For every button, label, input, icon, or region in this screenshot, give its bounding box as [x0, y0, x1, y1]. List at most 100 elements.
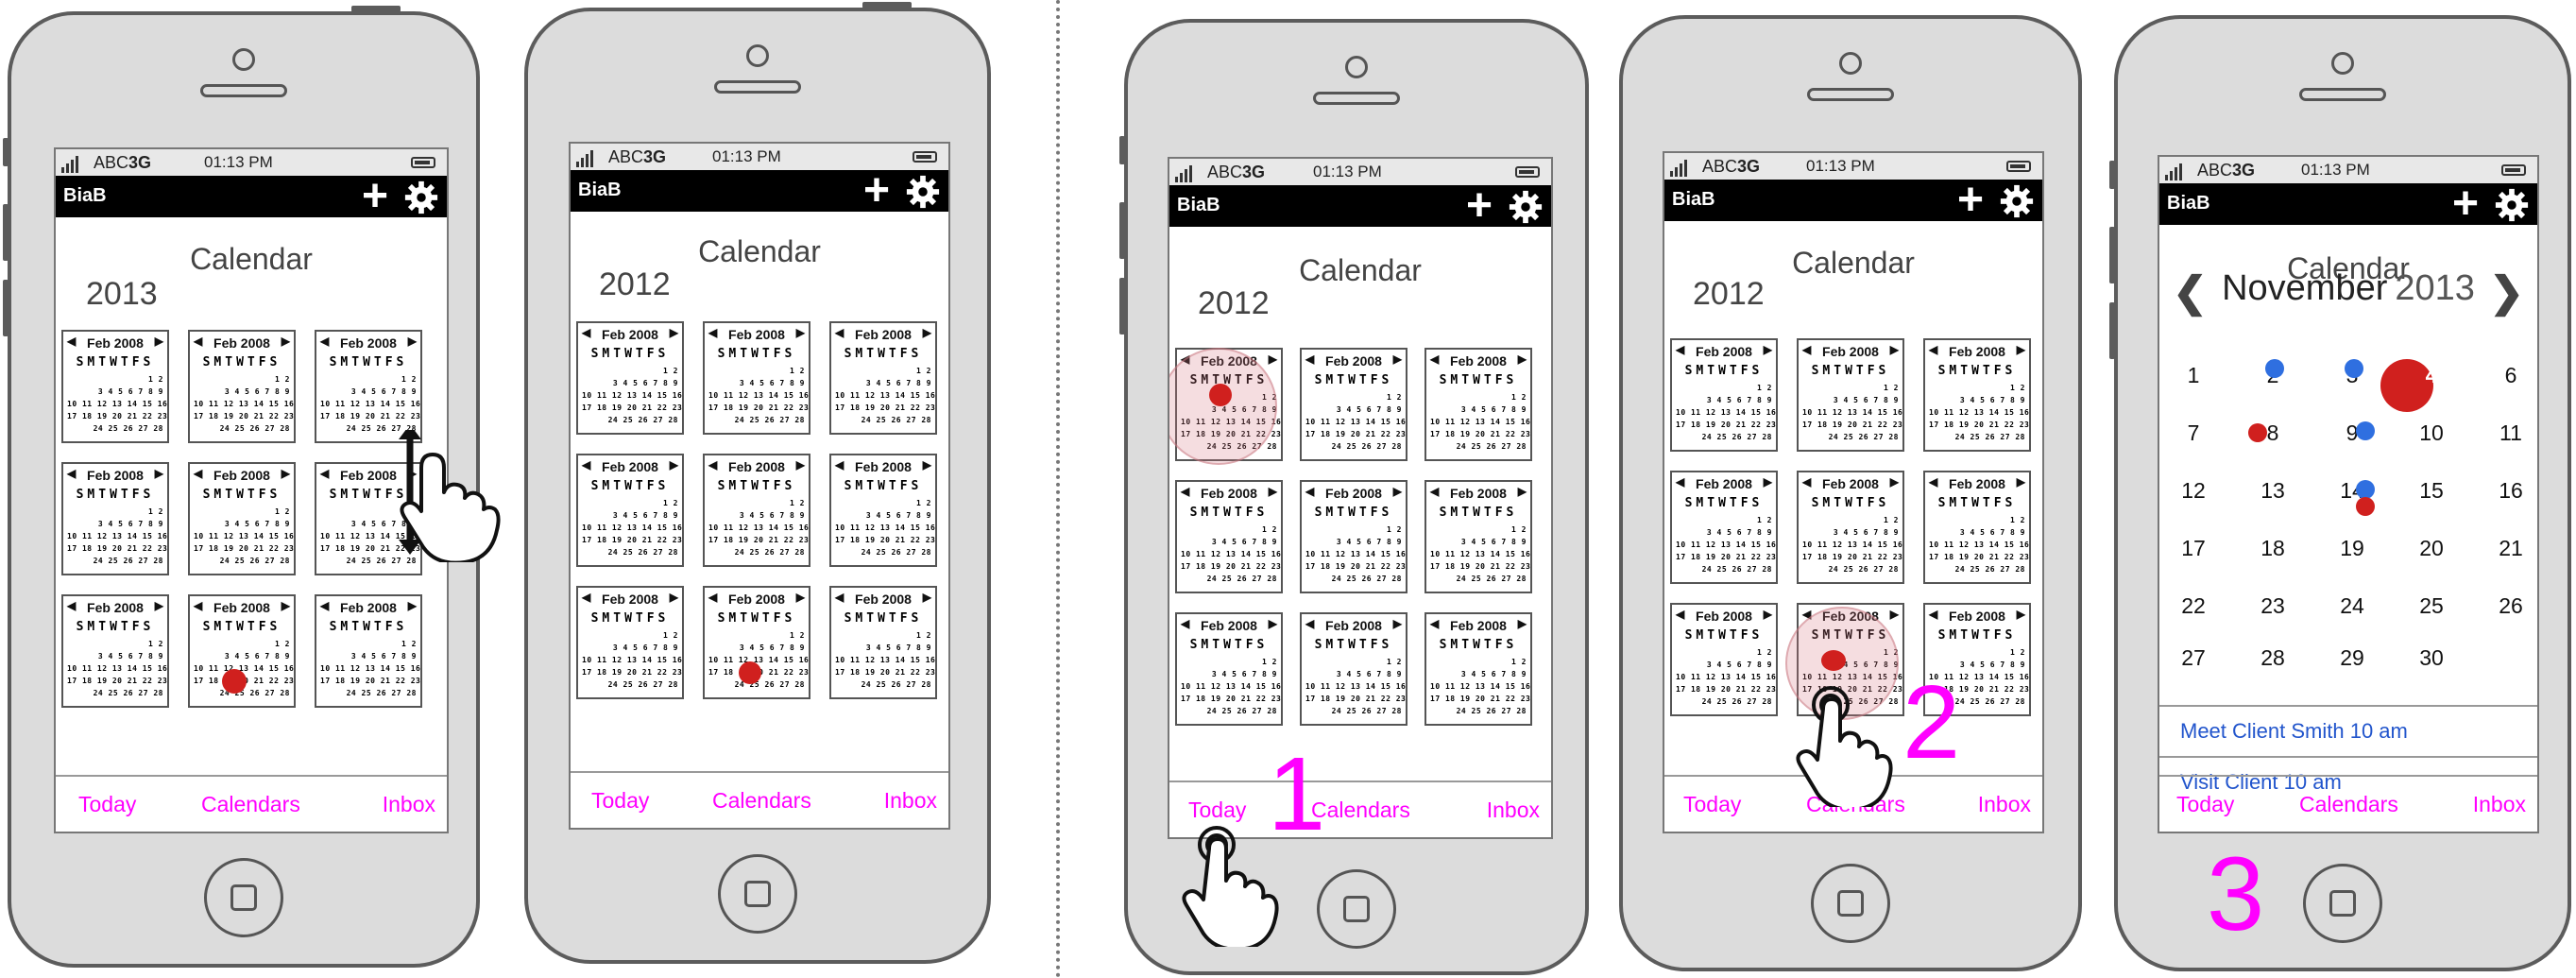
next-month-icon[interactable]: ▶ [2017, 608, 2025, 621]
gear-icon[interactable] [1508, 189, 1544, 225]
prev-month-icon[interactable]: ◀ [1929, 608, 1937, 621]
mini-month[interactable]: ◀Feb 2008▶SMTWTFS1 23 4 5 6 7 8 910 11 1… [1923, 471, 2031, 584]
mini-month[interactable]: ◀Feb 2008▶SMTWTFS1 23 4 5 6 7 8 910 11 1… [188, 462, 296, 575]
prev-month-icon[interactable]: ◀ [835, 458, 844, 472]
day-cell[interactable]: 13 [2244, 478, 2301, 504]
day-cell[interactable]: 22 [2165, 593, 2222, 619]
prev-month-icon[interactable]: ◀ [1181, 617, 1189, 630]
tab-today[interactable]: Today [78, 792, 136, 817]
mini-month[interactable]: ◀Feb 2008▶SMTWTFS1 23 4 5 6 7 8 910 11 1… [576, 321, 684, 435]
prev-month-icon[interactable]: ◀ [1430, 485, 1439, 498]
day-cell[interactable]: 26 [2482, 593, 2537, 619]
mini-month[interactable]: ◀Feb 2008▶SMTWTFS1 23 4 5 6 7 8 910 11 1… [61, 594, 169, 708]
day-cell[interactable]: 23 [2244, 593, 2301, 619]
tab-today[interactable]: Today [591, 788, 649, 814]
prev-month-icon[interactable]: ◀ [708, 458, 717, 472]
day-cell[interactable]: 24 [2324, 593, 2380, 619]
home-button[interactable] [1811, 864, 1890, 943]
mini-month[interactable]: ◀Feb 2008▶SMTWTFS1 23 4 5 6 7 8 910 11 1… [1424, 480, 1532, 593]
prev-month-icon[interactable]: ◀ [1430, 617, 1439, 630]
next-month-icon[interactable]: ▶ [1518, 352, 1527, 366]
mini-month[interactable]: ◀Feb 2008▶SMTWTFS1 23 4 5 6 7 8 910 11 1… [1300, 348, 1407, 461]
day-cell[interactable]: 15 [2403, 478, 2460, 504]
tab-inbox[interactable]: Inbox [1978, 792, 2031, 817]
mini-month[interactable]: ◀Feb 2008▶SMTWTFS1 23 4 5 6 7 8 910 11 1… [1797, 471, 1904, 584]
mini-month[interactable]: ◀Feb 2008▶SMTWTFS1 23 4 5 6 7 8 910 11 1… [703, 586, 810, 699]
prev-month-icon[interactable]: ◀ [582, 326, 590, 339]
prev-month-icon[interactable]: ◀ [194, 467, 202, 480]
prev-month-icon[interactable]: ◀ [1676, 475, 1684, 489]
mini-month[interactable]: ◀Feb 2008▶SMTWTFS1 23 4 5 6 7 8 910 11 1… [1670, 603, 1778, 716]
next-month-icon[interactable]: ▶ [155, 335, 163, 348]
mini-month[interactable]: ◀Feb 2008▶SMTWTFS1 23 4 5 6 7 8 910 11 1… [829, 321, 937, 435]
tab-inbox[interactable]: Inbox [383, 792, 435, 817]
plus-icon[interactable]: + [362, 174, 388, 219]
day-cell[interactable]: 10 [2403, 420, 2460, 446]
next-month-icon[interactable]: ▶ [1890, 608, 1899, 621]
next-month-icon[interactable]: ▶ [796, 591, 805, 604]
next-month-icon[interactable]: ▶ [155, 467, 163, 480]
mini-month[interactable]: ◀Feb 2008▶SMTWTFS1 23 4 5 6 7 8 910 11 1… [703, 321, 810, 435]
prev-month-icon[interactable]: ◀ [708, 326, 717, 339]
prev-month-icon[interactable]: ◀ [1802, 343, 1811, 356]
mini-month[interactable]: ◀Feb 2008▶SMTWTFS1 23 4 5 6 7 8 910 11 1… [1300, 480, 1407, 593]
mini-month[interactable]: ◀Feb 2008▶SMTWTFS1 23 4 5 6 7 8 910 11 1… [61, 462, 169, 575]
next-month-icon[interactable]: ▶ [281, 467, 290, 480]
day-cell[interactable]: 29 [2324, 645, 2380, 671]
next-month-icon[interactable]: ▶ [796, 326, 805, 339]
next-month-icon[interactable]: ▶ [1518, 617, 1527, 630]
tab-today[interactable]: Today [2176, 792, 2234, 817]
next-month-icon[interactable]: ▶ [1393, 485, 1402, 498]
next-month-icon[interactable]: ▶ [1269, 352, 1277, 366]
next-month-icon[interactable]: ▶ [1393, 617, 1402, 630]
mini-month[interactable]: ◀Feb 2008▶SMTWTFS1 23 4 5 6 7 8 910 11 1… [315, 330, 422, 443]
plus-icon[interactable]: + [1466, 183, 1493, 229]
day-cell[interactable]: 7 [2165, 420, 2222, 446]
mini-month[interactable]: ◀Feb 2008▶SMTWTFS1 23 4 5 6 7 8 910 11 1… [1424, 612, 1532, 726]
day-cell[interactable]: 11 [2482, 420, 2537, 446]
mini-month[interactable]: ◀Feb 2008▶SMTWTFS1 23 4 5 6 7 8 910 11 1… [1424, 348, 1532, 461]
chevron-right-icon[interactable]: ❯ [2489, 268, 2524, 317]
gear-icon[interactable] [403, 180, 439, 215]
prev-month-icon[interactable]: ◀ [835, 591, 844, 604]
mini-month[interactable]: ◀Feb 2008▶SMTWTFS1 23 4 5 6 7 8 910 11 1… [829, 454, 937, 567]
prev-month-icon[interactable]: ◀ [1430, 352, 1439, 366]
prev-month-icon[interactable]: ◀ [582, 591, 590, 604]
mini-month[interactable]: ◀Feb 2008▶SMTWTFS1 23 4 5 6 7 8 910 11 1… [576, 586, 684, 699]
prev-month-icon[interactable]: ◀ [1305, 617, 1314, 630]
mini-month[interactable]: ◀Feb 2008▶SMTWTFS1 23 4 5 6 7 8 910 11 1… [1670, 471, 1778, 584]
next-month-icon[interactable]: ▶ [1764, 343, 1772, 356]
home-button[interactable] [718, 854, 797, 934]
next-month-icon[interactable]: ▶ [2017, 343, 2025, 356]
tab-inbox[interactable]: Inbox [884, 788, 937, 814]
day-cell[interactable]: 19 [2324, 536, 2380, 561]
day-cell[interactable]: 27 [2165, 645, 2222, 671]
day-cell[interactable]: 20 [2403, 536, 2460, 561]
home-button[interactable] [204, 858, 283, 937]
next-month-icon[interactable]: ▶ [1269, 485, 1277, 498]
next-month-icon[interactable]: ▶ [923, 591, 931, 604]
mini-month[interactable]: ◀Feb 2008▶SMTWTFS1 23 4 5 6 7 8 910 11 1… [1923, 338, 2031, 452]
day-cell[interactable]: 21 [2482, 536, 2537, 561]
next-month-icon[interactable]: ▶ [1518, 485, 1527, 498]
mini-month[interactable]: ◀Feb 2008▶SMTWTFS1 23 4 5 6 7 8 910 11 1… [188, 330, 296, 443]
prev-month-icon[interactable]: ◀ [1305, 485, 1314, 498]
event-item[interactable]: Meet Client Smith 10 am [2159, 705, 2537, 758]
day-cell[interactable]: 28 [2244, 645, 2301, 671]
next-month-icon[interactable]: ▶ [408, 335, 417, 348]
mini-month[interactable]: ◀Feb 2008▶SMTWTFS1 23 4 5 6 7 8 910 11 1… [829, 586, 937, 699]
next-month-icon[interactable]: ▶ [281, 335, 290, 348]
prev-month-icon[interactable]: ◀ [320, 599, 329, 612]
prev-month-icon[interactable]: ◀ [1676, 608, 1684, 621]
next-month-icon[interactable]: ▶ [796, 458, 805, 472]
home-button[interactable] [2303, 864, 2382, 943]
next-month-icon[interactable]: ▶ [923, 326, 931, 339]
tab-inbox[interactable]: Inbox [2473, 792, 2526, 817]
day-cell[interactable]: 6 [2482, 363, 2537, 388]
next-month-icon[interactable]: ▶ [670, 591, 678, 604]
next-month-icon[interactable]: ▶ [1393, 352, 1402, 366]
mini-month[interactable]: ◀Feb 2008▶SMTWTFS1 23 4 5 6 7 8 910 11 1… [1797, 338, 1904, 452]
gear-icon[interactable] [1999, 183, 2035, 219]
day-cell[interactable]: 4 [2403, 363, 2460, 388]
next-month-icon[interactable]: ▶ [155, 599, 163, 612]
